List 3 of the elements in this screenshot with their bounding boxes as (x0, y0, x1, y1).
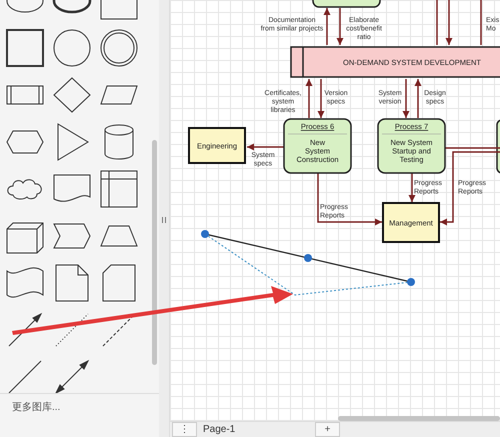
menu-button[interactable]: ⋮ (172, 422, 197, 437)
add-page-button[interactable]: + (315, 422, 340, 437)
page-tab[interactable]: Page-1 (197, 422, 315, 437)
